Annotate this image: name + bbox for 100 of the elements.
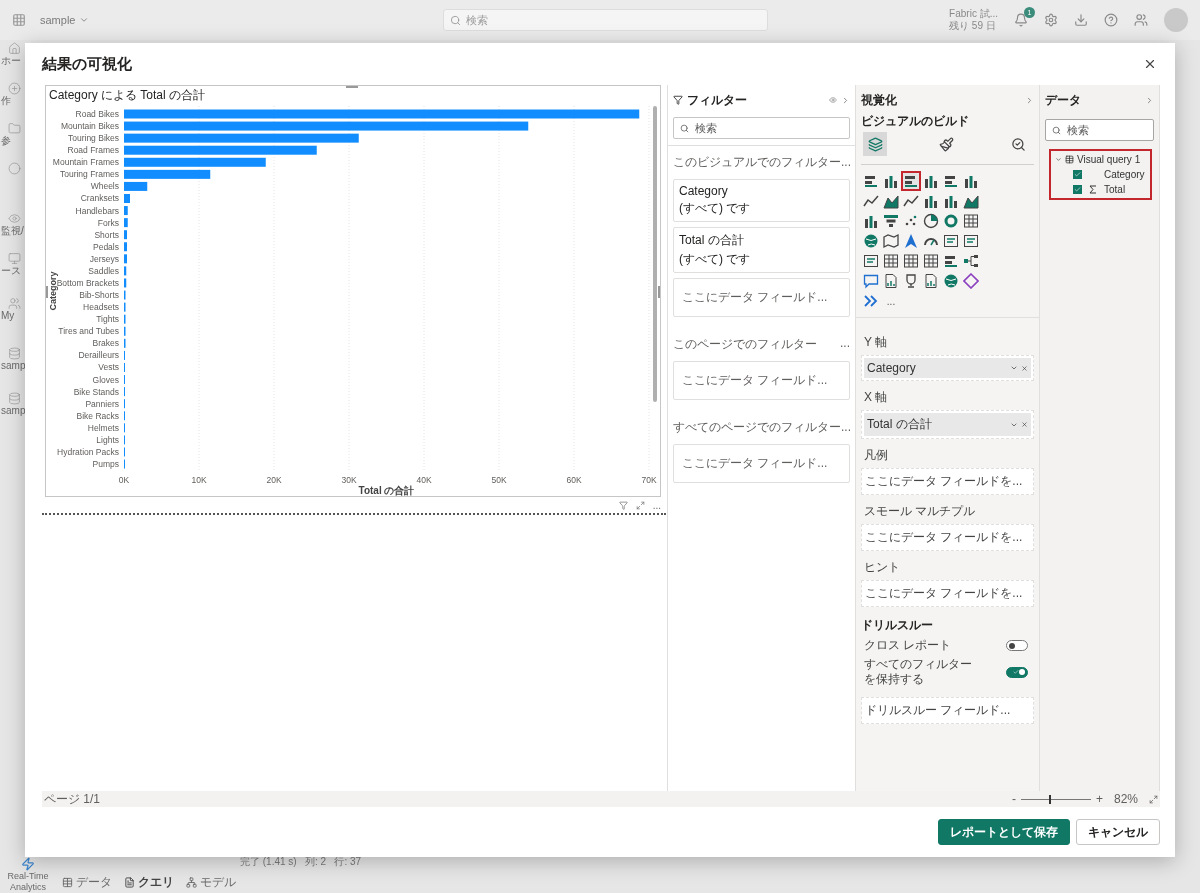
settings-icon[interactable] bbox=[1044, 13, 1058, 27]
filter-card[interactable]: Total の合計 (すべて) です bbox=[673, 227, 850, 273]
category-label: Pumps bbox=[92, 459, 119, 470]
view-tab[interactable]: モデル bbox=[186, 874, 236, 891]
visual-type-button[interactable] bbox=[881, 231, 901, 251]
focus-mode-icon[interactable] bbox=[635, 501, 645, 510]
drop-zone[interactable]: ここにデータ フィールドを... bbox=[861, 580, 1034, 607]
remove-icon[interactable] bbox=[1021, 421, 1028, 428]
pane-title: データ bbox=[1045, 91, 1082, 109]
search-field[interactable]: 検索 bbox=[673, 117, 850, 139]
page-indicator: ページ 1/1 bbox=[44, 790, 100, 808]
pane-tab[interactable] bbox=[863, 132, 887, 156]
drop-zone[interactable]: ここにデータ フィールド... bbox=[673, 278, 850, 317]
zoom-in-button[interactable]: + bbox=[1095, 792, 1103, 806]
area-chart-icon bbox=[963, 193, 979, 209]
nav-label[interactable]: 参 bbox=[1, 135, 11, 146]
workspace-selector[interactable]: sample bbox=[40, 14, 90, 26]
visual-type-button[interactable] bbox=[961, 271, 981, 291]
arrow-icon bbox=[903, 233, 919, 249]
nav-label[interactable]: ース bbox=[1, 265, 21, 276]
nav-label[interactable]: ホー bbox=[1, 55, 21, 66]
view-tab[interactable]: データ bbox=[62, 874, 112, 891]
cancel-button[interactable]: キャンセル bbox=[1076, 819, 1160, 845]
more-visuals[interactable]: ... bbox=[881, 295, 901, 307]
field-name[interactable]: Total bbox=[1104, 184, 1126, 195]
collapse-icon[interactable] bbox=[1025, 95, 1034, 105]
drop-zone[interactable]: ドリルスルー フィールド... bbox=[861, 697, 1034, 724]
checkbox[interactable] bbox=[1073, 170, 1082, 179]
people-icon[interactable] bbox=[1134, 13, 1148, 27]
drop-zone[interactable]: ここにデータ フィールド... bbox=[673, 361, 850, 400]
search-icon bbox=[1052, 125, 1061, 135]
fit-page-icon[interactable] bbox=[1149, 794, 1158, 804]
status-text: 完了 (1.41 s) 列: 2 行: 37 bbox=[240, 856, 363, 868]
lightning-icon[interactable] bbox=[21, 857, 35, 871]
close-button[interactable] bbox=[1143, 57, 1157, 71]
bar bbox=[124, 230, 127, 240]
bell-icon[interactable] bbox=[1014, 13, 1028, 27]
nav-label[interactable]: My bbox=[1, 310, 15, 321]
bar bbox=[124, 206, 128, 216]
resize-handle[interactable] bbox=[46, 286, 48, 298]
more-options[interactable]: ... bbox=[652, 501, 661, 511]
visual-type-button[interactable] bbox=[901, 171, 921, 191]
drop-zone[interactable]: ここにデータ フィールドを... bbox=[861, 524, 1034, 551]
nav-label[interactable]: samp bbox=[1, 360, 26, 371]
field-chip[interactable]: Category bbox=[864, 358, 1031, 378]
visual-type-button[interactable] bbox=[921, 251, 941, 271]
help-icon[interactable] bbox=[1104, 13, 1118, 27]
visual-type-button[interactable] bbox=[901, 251, 921, 271]
drop-zone[interactable]: ここにデータ フィールド... bbox=[673, 444, 850, 483]
pane-title: フィルター bbox=[687, 91, 748, 109]
column-chart-icon bbox=[883, 173, 899, 189]
globe-icon bbox=[863, 233, 879, 249]
slider-thumb[interactable] bbox=[1048, 794, 1051, 804]
filter-icon[interactable] bbox=[618, 501, 628, 510]
nav-label[interactable]: samp bbox=[1, 405, 26, 416]
resize-handle[interactable] bbox=[658, 286, 660, 298]
card-icon bbox=[963, 233, 979, 249]
more-options[interactable]: ... bbox=[840, 336, 850, 353]
checkbox[interactable] bbox=[1073, 185, 1082, 194]
chevron-down-icon[interactable] bbox=[1010, 364, 1018, 372]
donut-chart-icon bbox=[943, 213, 959, 229]
expand-icon[interactable] bbox=[1055, 156, 1062, 163]
nav-label[interactable]: 作 bbox=[1, 95, 11, 106]
search-field[interactable]: 検索 bbox=[1045, 119, 1154, 141]
chart-visual[interactable] bbox=[45, 85, 661, 497]
field-name[interactable]: Category bbox=[1104, 169, 1145, 180]
save-button[interactable]: レポートとして保存 bbox=[938, 819, 1070, 845]
nav-label[interactable]: 監視/ bbox=[1, 225, 24, 236]
filter-card[interactable]: Category (すべて) です bbox=[673, 179, 850, 222]
filter-value: (すべて) です bbox=[679, 251, 752, 268]
section-title: このページでのフィルター bbox=[673, 336, 818, 353]
visual-type-button[interactable] bbox=[921, 211, 941, 231]
zoom-out-button[interactable]: - bbox=[1011, 792, 1016, 806]
category-label: Bike Stands bbox=[73, 386, 119, 397]
dialog-title: 結果の可視化 bbox=[42, 54, 133, 74]
toggle-switch[interactable] bbox=[1006, 640, 1028, 651]
collapse-icon[interactable] bbox=[841, 95, 850, 105]
remove-icon[interactable] bbox=[1021, 364, 1028, 372]
resize-handle[interactable] bbox=[346, 86, 358, 88]
category-label: Shorts bbox=[94, 229, 119, 240]
axis-tick-label: 30K bbox=[341, 475, 357, 485]
column-chart-icon bbox=[923, 193, 939, 209]
scrollbar[interactable] bbox=[653, 106, 657, 402]
visual-type-button[interactable] bbox=[961, 211, 981, 231]
tree-item[interactable]: Visual query 1 bbox=[1077, 154, 1141, 165]
line-chart-icon bbox=[903, 193, 919, 209]
field-well-label: 凡例 bbox=[864, 447, 889, 464]
category-label: Bib-Shorts bbox=[79, 290, 119, 301]
bar bbox=[124, 242, 127, 252]
nav-label[interactable]: Real-Time bbox=[7, 871, 49, 882]
download-icon[interactable] bbox=[1074, 13, 1088, 27]
globe-icon bbox=[943, 273, 959, 289]
view-tab[interactable]: クエリ bbox=[124, 874, 174, 891]
collapse-icon[interactable] bbox=[1145, 95, 1154, 105]
drop-zone[interactable]: ここにデータ フィールドを... bbox=[861, 468, 1034, 495]
visual-type-button[interactable] bbox=[881, 251, 901, 271]
toggle-switch[interactable] bbox=[1006, 666, 1028, 678]
sigma-icon bbox=[1089, 185, 1097, 194]
field-chip[interactable]: Total の合計 bbox=[864, 413, 1031, 436]
nav-label[interactable]: Analytics bbox=[10, 882, 46, 893]
